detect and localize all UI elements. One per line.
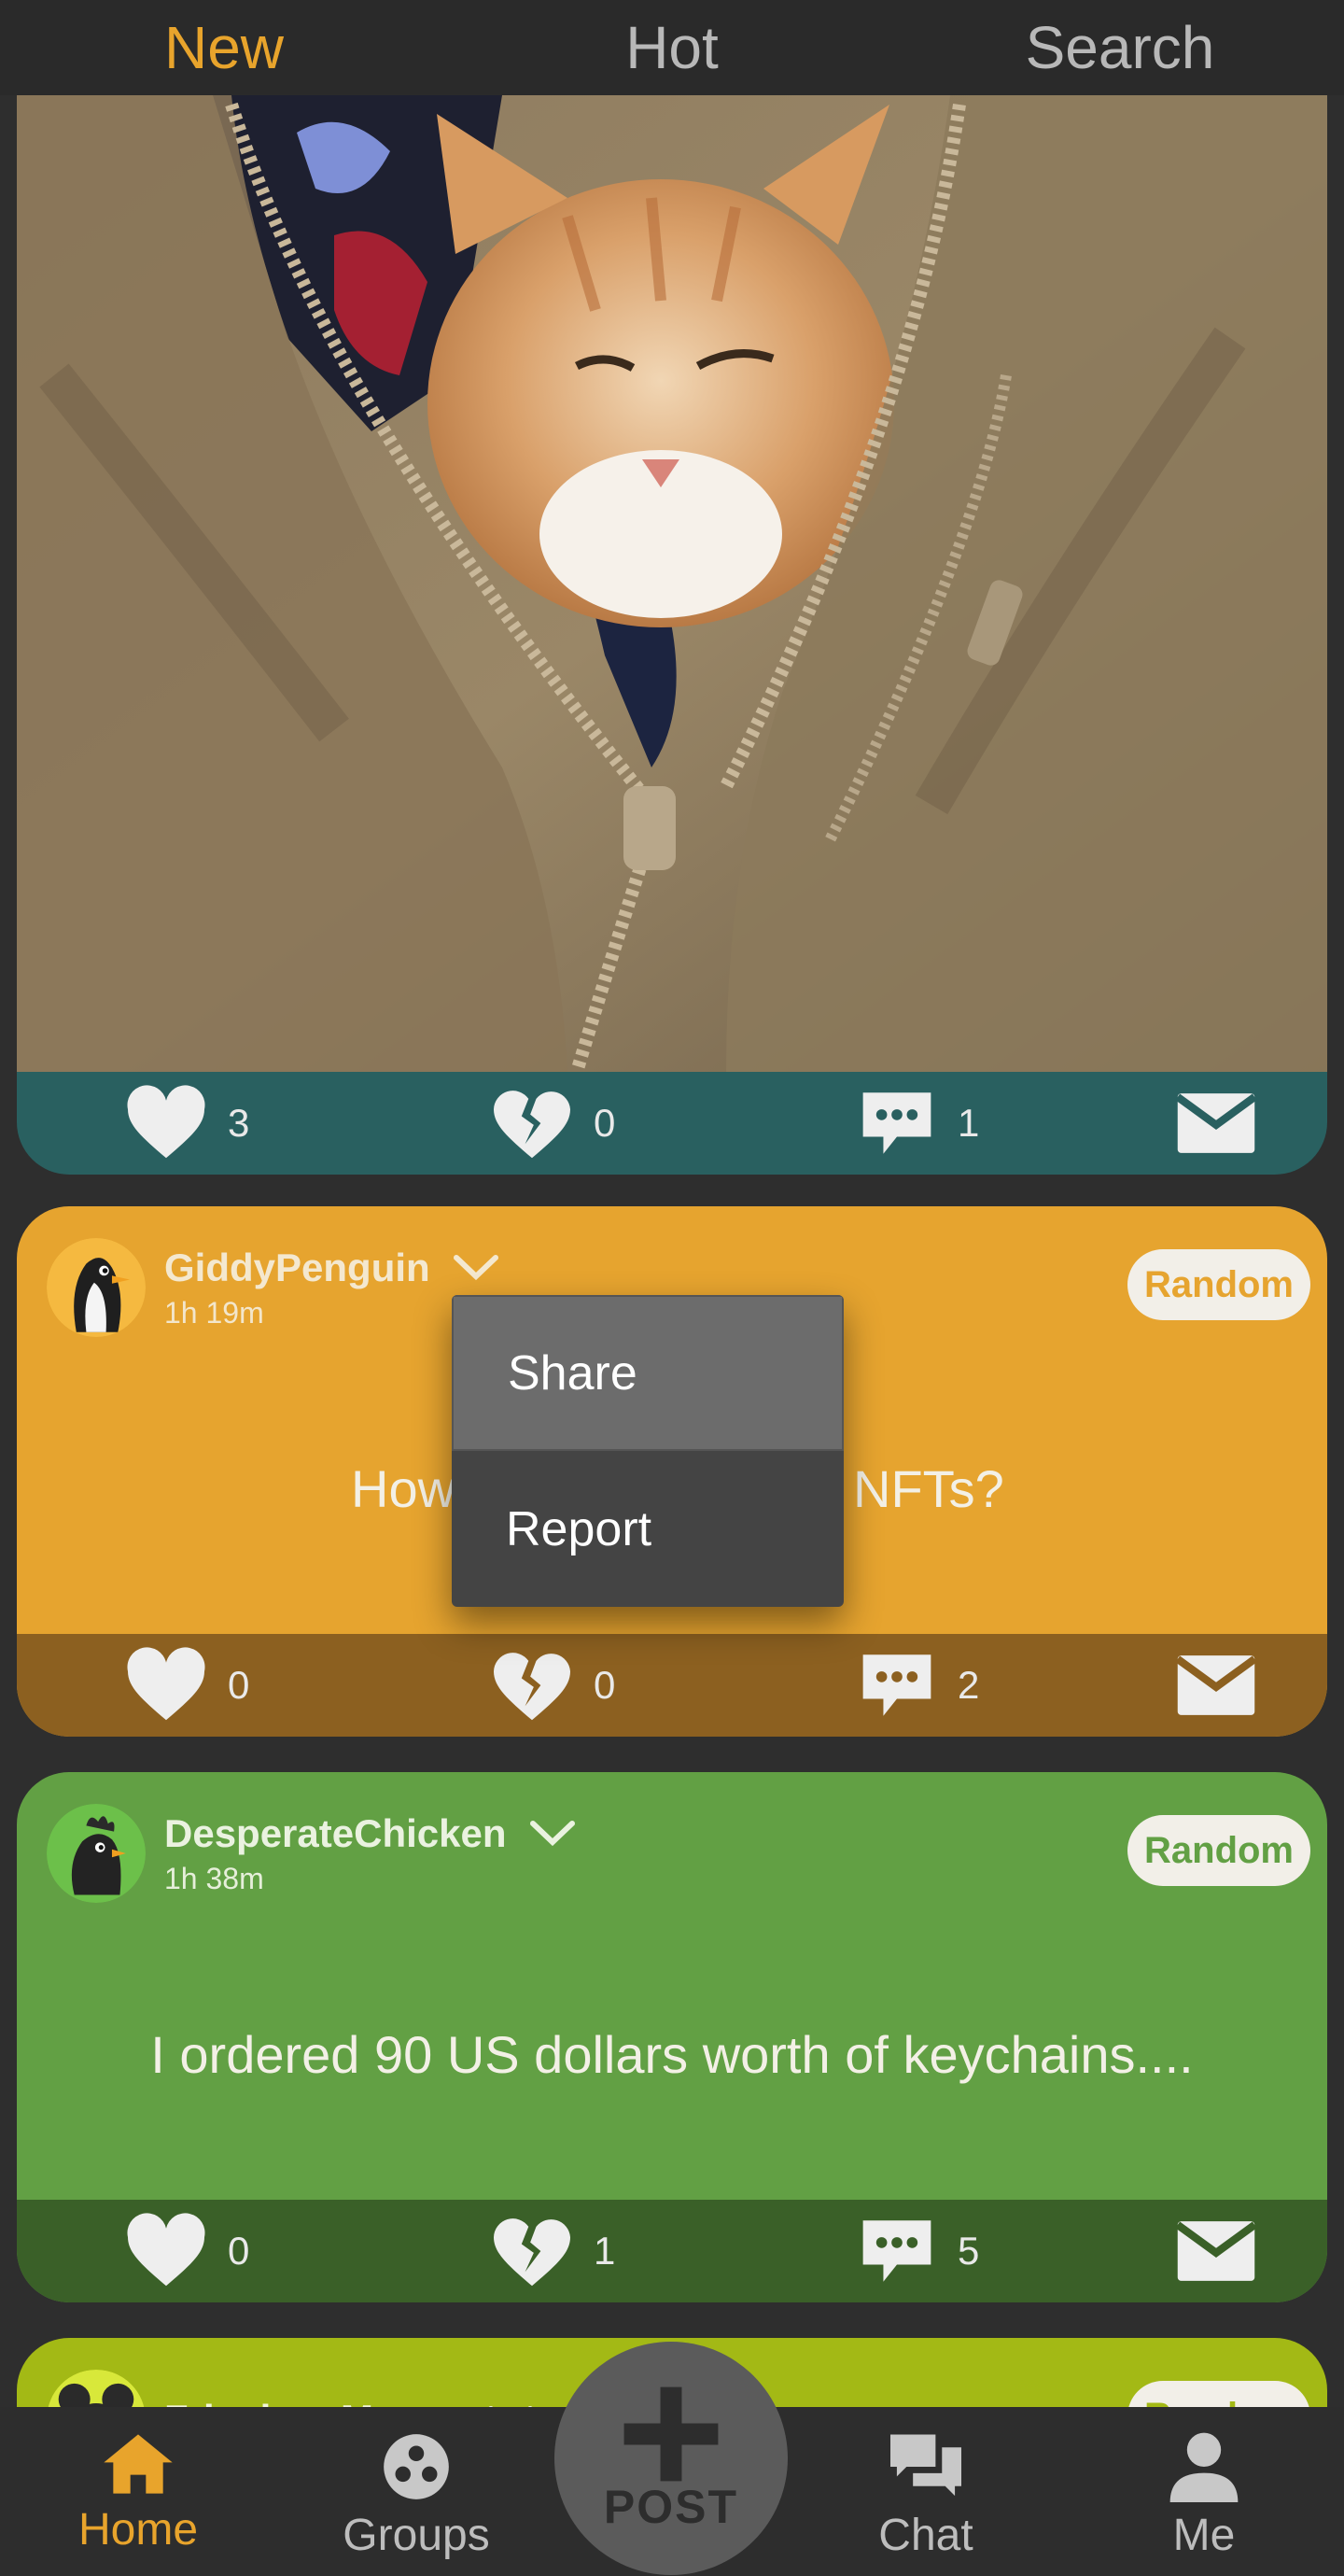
username-row: GiddyPenguin <box>164 1246 499 1290</box>
heart-icon <box>127 1647 205 1721</box>
nav-chat-label: Chat <box>878 2511 973 2560</box>
chat-icon <box>890 2434 961 2497</box>
comment-icon <box>862 1092 931 1154</box>
post-photo[interactable] <box>17 95 1327 1072</box>
message-button[interactable] <box>1174 1652 1258 1719</box>
like-button[interactable]: 0 <box>123 2213 249 2289</box>
user-meta: GiddyPenguin 1h 19m <box>164 1246 499 1330</box>
like-button[interactable]: 0 <box>123 1647 249 1724</box>
nav-me-label: Me <box>1172 2511 1236 2560</box>
username-row: DesperateChicken <box>164 1811 576 1856</box>
nav-groups[interactable]: Groups <box>304 2407 528 2576</box>
post-options-menu: Share Report <box>452 1295 844 1607</box>
username[interactable]: GiddyPenguin <box>164 1246 430 1290</box>
post-action-bar: 0 1 5 <box>17 2200 1327 2302</box>
home-icon <box>104 2434 173 2494</box>
post-action-bar: 0 0 2 <box>17 1634 1327 1737</box>
avatar[interactable] <box>47 1804 146 1903</box>
heart-icon <box>127 2213 205 2287</box>
dislike-button[interactable]: 1 <box>489 2213 615 2289</box>
menu-item-share[interactable]: Share <box>452 1295 844 1451</box>
dislike-count: 0 <box>594 1101 616 1145</box>
chevron-down-icon[interactable] <box>453 1254 499 1282</box>
tab-new[interactable]: New <box>0 0 448 95</box>
like-count: 3 <box>228 1101 250 1145</box>
broken-heart-icon <box>494 1091 570 1159</box>
dislike-button[interactable]: 0 <box>489 1085 615 1161</box>
user-meta: DesperateChicken 1h 38m <box>164 1811 576 1896</box>
nav-me[interactable]: Me <box>1092 2407 1316 2576</box>
mail-icon <box>1175 1093 1257 1153</box>
post-header: GiddyPenguin 1h 19m <box>47 1238 499 1337</box>
nav-home-label: Home <box>77 2505 199 2555</box>
chicken-icon <box>47 1804 146 1903</box>
nav-groups-label: Groups <box>343 2511 490 2560</box>
dislike-button[interactable]: 0 <box>489 1647 615 1724</box>
comment-icon <box>862 2220 931 2282</box>
penguin-icon <box>47 1238 146 1337</box>
menu-item-report[interactable]: Report <box>452 1451 844 1607</box>
comment-count: 2 <box>958 1663 980 1707</box>
post-button[interactable]: POST <box>554 2342 788 2575</box>
tab-hot[interactable]: Hot <box>448 0 896 95</box>
top-tab-bar: New Hot Search <box>0 0 1344 95</box>
nav-chat[interactable]: Chat <box>814 2407 1038 2576</box>
dislike-count: 1 <box>594 2229 616 2273</box>
post-card[interactable]: DesperateChicken 1h 38m Random I ordered… <box>17 1772 1327 2302</box>
message-button[interactable] <box>1174 1090 1258 1157</box>
comment-button[interactable]: 5 <box>855 2214 979 2288</box>
message-button[interactable] <box>1174 2217 1258 2285</box>
post-button-label: POST <box>603 2481 739 2533</box>
dislike-count: 0 <box>594 1663 616 1707</box>
nav-home[interactable]: Home <box>26 2407 250 2576</box>
post-body-end: NFTs? <box>853 1459 1004 1518</box>
photo-post-card: 3 0 1 <box>17 95 1327 1175</box>
app-root: New Hot Search 3 0 1 GiddyPenguin 1h 19m… <box>0 0 1344 2576</box>
heart-icon <box>127 1085 205 1159</box>
category-badge[interactable]: Random <box>1127 1249 1310 1320</box>
broken-heart-icon <box>494 2218 570 2287</box>
post-body-start: How <box>351 1459 456 1518</box>
category-badge[interactable]: Random <box>1127 1815 1310 1886</box>
groups-icon <box>384 2434 449 2499</box>
tab-search[interactable]: Search <box>896 0 1344 95</box>
post-time: 1h 19m <box>164 1295 264 1330</box>
post-header: DesperateChicken 1h 38m <box>47 1804 576 1903</box>
mail-icon <box>1175 2221 1257 2281</box>
comment-count: 5 <box>958 2229 980 2273</box>
comment-icon <box>862 1654 931 1716</box>
chevron-down-icon[interactable] <box>529 1820 576 1848</box>
username[interactable]: DesperateChicken <box>164 1811 507 1856</box>
person-icon <box>1169 2432 1239 2502</box>
broken-heart-icon <box>494 1653 570 1721</box>
comment-button[interactable]: 1 <box>855 1086 979 1161</box>
post-time: 1h 38m <box>164 1861 264 1895</box>
plus-icon <box>623 2386 719 2482</box>
avatar[interactable] <box>47 1238 146 1337</box>
comment-button[interactable]: 2 <box>855 1648 979 1723</box>
mail-icon <box>1175 1655 1257 1715</box>
comment-count: 1 <box>958 1101 980 1145</box>
like-button[interactable]: 3 <box>123 1085 249 1161</box>
like-count: 0 <box>228 2229 250 2273</box>
post-action-bar: 3 0 1 <box>17 1072 1327 1175</box>
post-body[interactable]: I ordered 90 US dollars worth of keychai… <box>17 2024 1327 2085</box>
like-count: 0 <box>228 1663 250 1707</box>
